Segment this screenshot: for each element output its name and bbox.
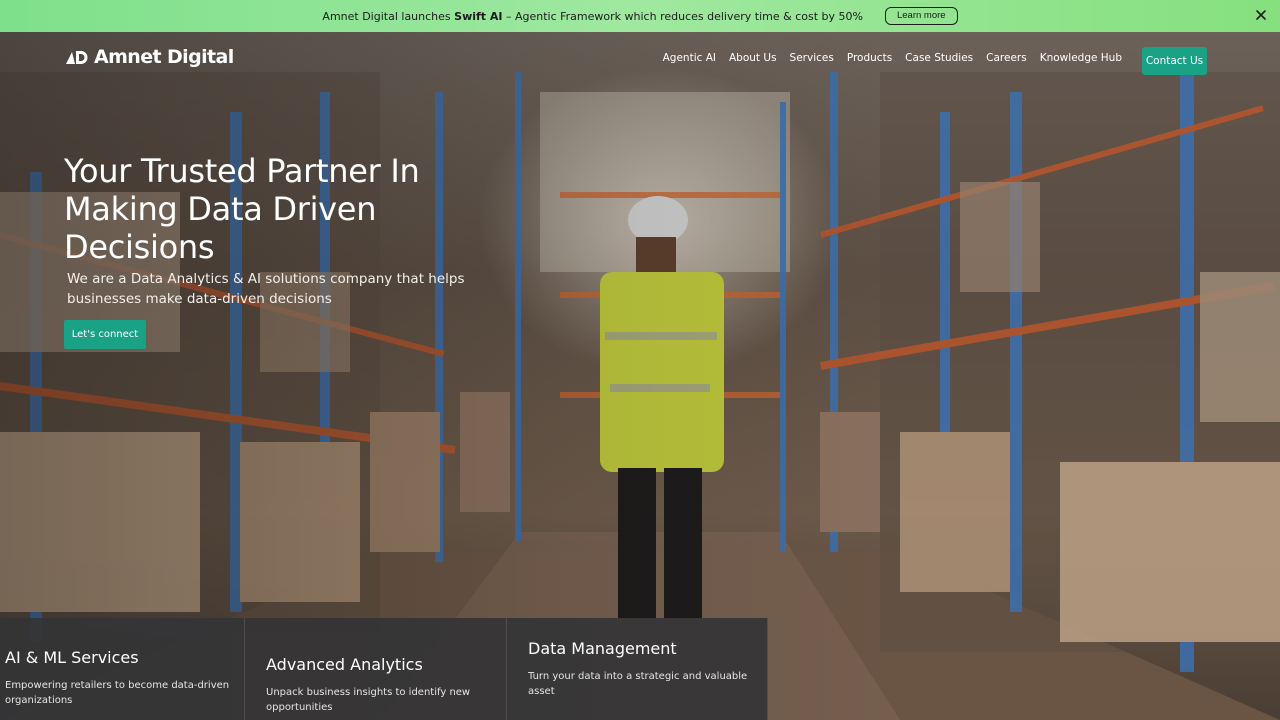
hero-section [0,32,1280,720]
nav-item-knowledge-hub[interactable]: Knowledge Hub [1040,52,1122,64]
nav-item-agentic-ai[interactable]: Agentic AI [663,52,716,64]
announcement-text: Amnet Digital launches Swift AI – Agenti… [322,9,863,23]
announcement-bar: Amnet Digital launches Swift AI – Agenti… [0,0,1280,32]
service-card-ai-ml[interactable]: AI & ML Services Empowering retailers to… [0,618,245,720]
service-cards: AI & ML Services Empowering retailers to… [0,618,768,720]
card-description: Unpack business insights to identify new… [266,687,471,713]
brand-logo[interactable]: Amnet Digital [66,46,234,68]
service-card-advanced-analytics[interactable]: Advanced Analytics Unpack business insig… [245,618,507,720]
hero-subhead: We are a Data Analytics & AI solutions c… [67,271,465,307]
hero-headline: Your Trusted Partner In Making Data Driv… [64,152,420,266]
close-icon[interactable] [1254,8,1268,22]
amnet-logo-mark [66,51,88,64]
nav-item-services[interactable]: Services [790,52,834,64]
card-title: Advanced Analytics [266,655,423,674]
learn-more-button[interactable]: Learn more [884,7,958,25]
brand-name: Amnet Digital [94,46,234,68]
card-description: Empowering retailers to become data-driv… [5,680,230,706]
nav-item-products[interactable]: Products [847,52,892,64]
card-title: AI & ML Services [5,648,139,667]
service-card-data-management[interactable]: Data Management Turn your data into a st… [507,618,768,720]
lets-connect-button[interactable]: Let's connect [64,320,146,349]
contact-us-button[interactable]: Contact Us [1142,47,1207,75]
card-title: Data Management [528,639,677,658]
nav-item-about-us[interactable]: About Us [729,52,777,64]
nav-item-careers[interactable]: Careers [986,52,1027,64]
nav-item-case-studies[interactable]: Case Studies [905,52,973,64]
card-description: Turn your data into a strategic and valu… [528,671,748,697]
main-nav: Agentic AI About Us Services Products Ca… [663,52,1122,64]
